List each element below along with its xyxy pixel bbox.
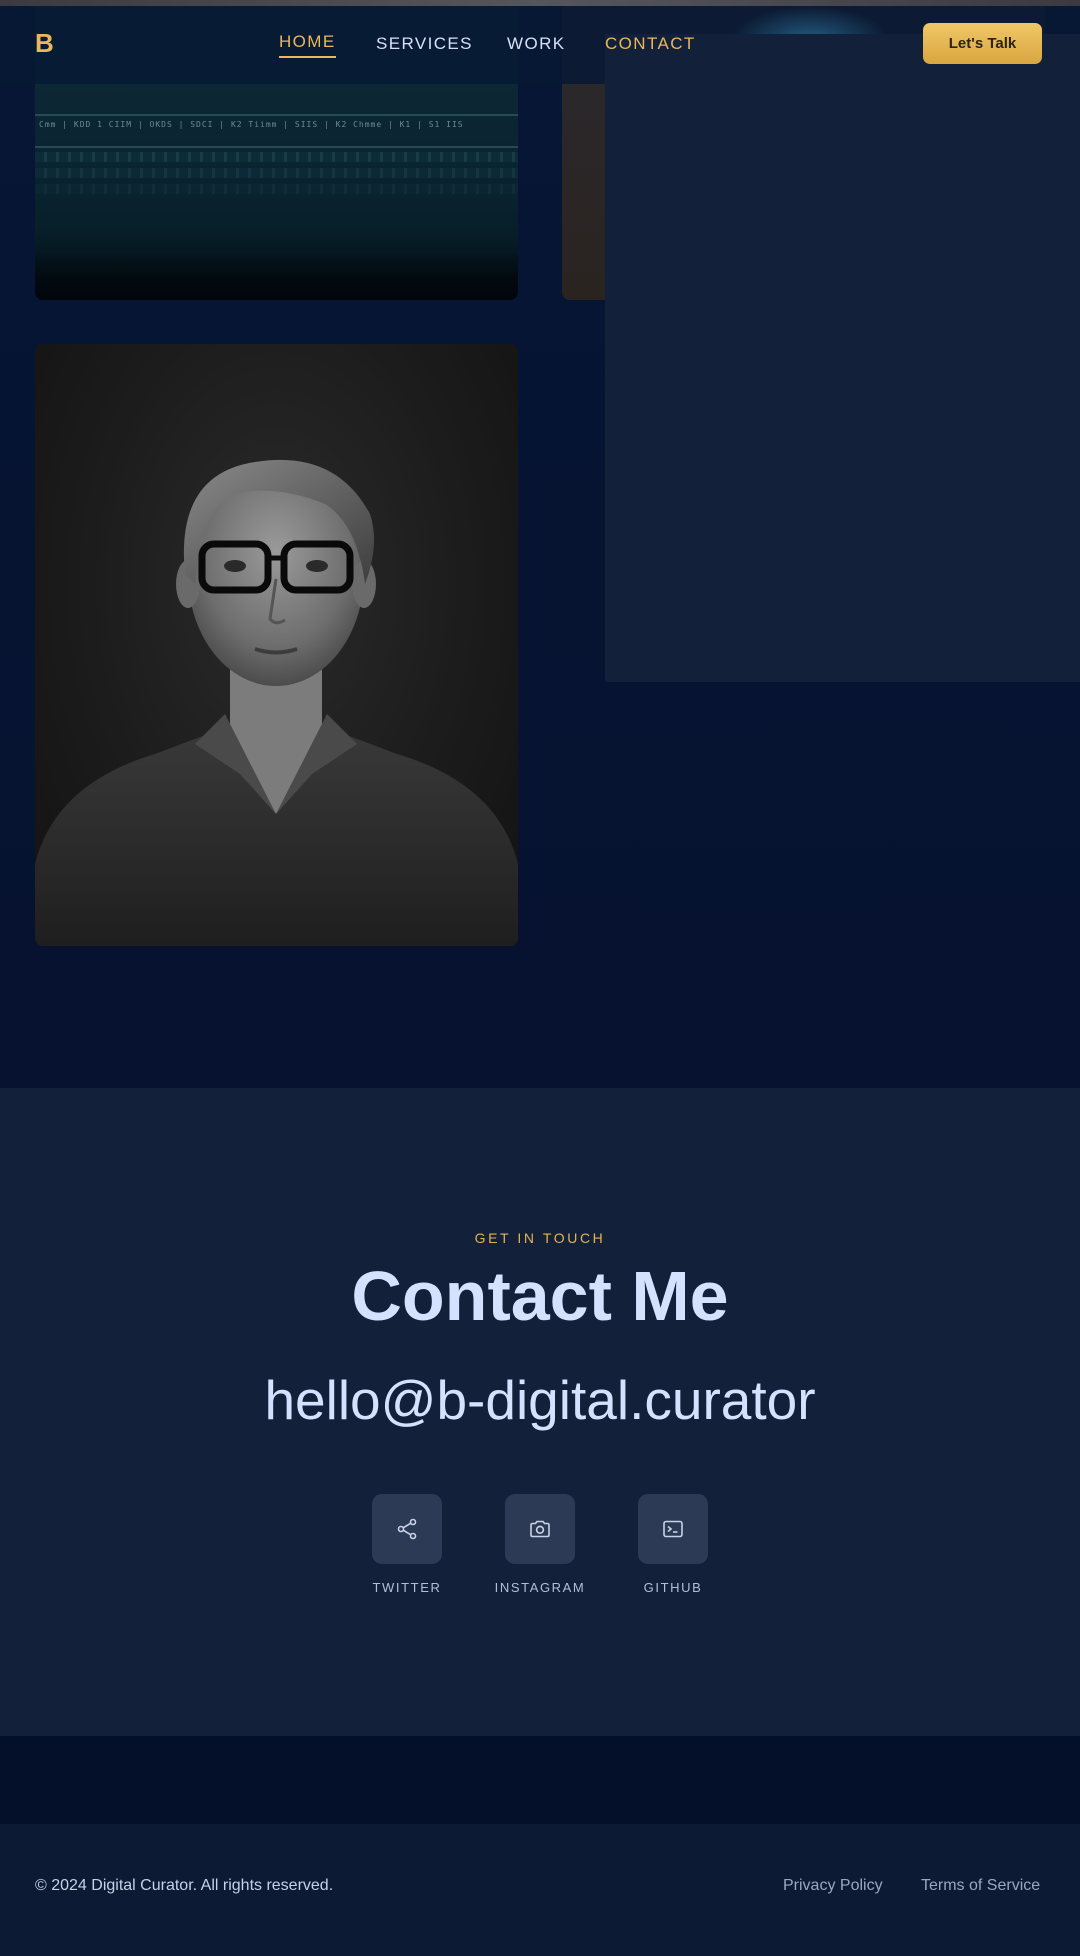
nav-active-underline: [279, 56, 336, 58]
nav-services[interactable]: SERVICES: [376, 34, 473, 54]
portrait-image: [35, 344, 518, 946]
site-footer: © 2024 Digital Curator. All rights reser…: [0, 1824, 1080, 1956]
twitter-label: TWITTER: [372, 1580, 442, 1595]
keyboard-row: [35, 152, 518, 162]
social-twitter: TWITTER: [352, 1494, 462, 1595]
social-github: GITHUB: [618, 1494, 728, 1595]
terms-of-service-link[interactable]: Terms of Service: [921, 1877, 1040, 1895]
contact-title: Contact Me: [351, 1257, 729, 1335]
camera-icon: [530, 1520, 550, 1538]
terminal-icon: [663, 1520, 683, 1538]
nav-work[interactable]: WORK: [507, 34, 565, 54]
contact-section: GET IN TOUCH Contact Me hello@b-digital.…: [0, 1088, 1080, 1736]
code-snippet-text: Cmm | KDD 1 CIIM | OKDS | SDCI | K2 Tiim…: [39, 120, 464, 129]
nav-home[interactable]: HOME: [279, 32, 336, 58]
page: Cmm | KDD 1 CIIM | OKDS | SDCI | K2 Tiim…: [0, 0, 1080, 1956]
instagram-label: INSTAGRAM: [494, 1580, 586, 1595]
portrait-illustration: [35, 459, 518, 946]
twitter-button[interactable]: [372, 1494, 442, 1564]
site-logo[interactable]: B: [35, 28, 54, 59]
keyboard-row: [35, 168, 518, 178]
keyboard-row: [35, 184, 518, 194]
code-divider: [35, 114, 518, 116]
lets-talk-button[interactable]: Let's Talk: [923, 23, 1042, 64]
image-fade: [35, 250, 518, 300]
github-button[interactable]: [638, 1494, 708, 1564]
privacy-policy-link[interactable]: Privacy Policy: [783, 1877, 883, 1895]
share-icon: [397, 1518, 417, 1540]
contact-email-link[interactable]: hello@b-digital.curator: [0, 1368, 1080, 1432]
code-divider: [35, 146, 518, 148]
social-instagram: INSTAGRAM: [485, 1494, 595, 1595]
nav-contact[interactable]: CONTACT: [605, 34, 1080, 682]
contact-eyebrow: GET IN TOUCH: [474, 1230, 606, 1246]
copyright-text: © 2024 Digital Curator. All rights reser…: [35, 1877, 334, 1894]
nav-home-label: HOME: [279, 32, 336, 51]
github-label: GITHUB: [643, 1580, 703, 1595]
instagram-button[interactable]: [505, 1494, 575, 1564]
